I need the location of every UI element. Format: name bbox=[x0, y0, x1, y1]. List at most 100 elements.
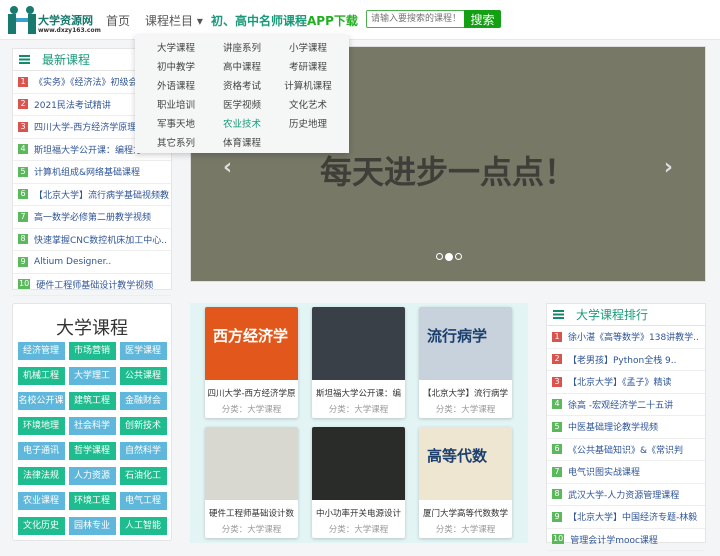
category-tag[interactable]: 法律法规 bbox=[17, 467, 65, 485]
dropdown-item[interactable]: 大学课程 bbox=[143, 39, 209, 58]
list-item[interactable]: 9 Altium Designer.. bbox=[13, 251, 171, 274]
list-item-link[interactable]: 【北京大学】中国经济专题-林毅 bbox=[568, 510, 697, 523]
list-item[interactable]: 1 徐小湛《高等数学》138讲教学.. bbox=[547, 326, 705, 349]
carousel-prev-icon[interactable]: ‹ bbox=[223, 155, 232, 180]
category-tag[interactable]: 环境地理 bbox=[17, 417, 65, 435]
carousel-next-icon[interactable]: › bbox=[664, 155, 673, 180]
list-item-link[interactable]: 徐小湛《高等数学》138讲教学.. bbox=[568, 330, 699, 343]
dropdown-item[interactable]: 高中课程 bbox=[209, 58, 275, 77]
logo-icon[interactable] bbox=[6, 4, 38, 36]
list-item-link[interactable]: 高一数学必修第二册教学视频 bbox=[34, 210, 151, 223]
course-thumbnail[interactable] bbox=[312, 427, 405, 500]
list-item[interactable]: 3 【北京大学】《孟子》精读 bbox=[547, 371, 705, 394]
list-item[interactable]: 4 徐高 -宏观经济学二十五讲 bbox=[547, 394, 705, 416]
category-tag[interactable]: 人工智能 bbox=[119, 517, 167, 535]
dropdown-item[interactable]: 考研课程 bbox=[275, 58, 341, 77]
course-title[interactable]: 厦门大学高等代数数学 bbox=[419, 507, 512, 519]
category-tag[interactable]: 金融财会 bbox=[119, 392, 167, 410]
carousel-dot[interactable] bbox=[455, 253, 462, 260]
course-title[interactable]: 中小功率开关电源设计 bbox=[312, 507, 405, 519]
list-item[interactable]: 8 快速掌握CNC数控机床加工中心.. bbox=[13, 229, 171, 251]
category-tag[interactable]: 文化历史 bbox=[17, 517, 65, 535]
course-thumbnail[interactable]: 流行病学 bbox=[419, 307, 512, 380]
category-tag[interactable]: 市场营销 bbox=[68, 342, 116, 360]
dropdown-item[interactable]: 军事天地 bbox=[143, 115, 209, 134]
dropdown-item[interactable]: 其它系列 bbox=[143, 134, 209, 153]
list-item[interactable]: 8 武汉大学-人力资源管理课程 bbox=[547, 484, 705, 506]
category-tag[interactable]: 园林专业 bbox=[68, 517, 116, 535]
category-tag[interactable]: 社会科学 bbox=[68, 417, 116, 435]
course-title[interactable]: 斯坦福大学公开课：编 bbox=[312, 387, 405, 399]
list-item-link[interactable]: 【北京大学】《孟子》精读 bbox=[568, 375, 672, 388]
list-item-link[interactable]: 徐高 -宏观经济学二十五讲 bbox=[568, 398, 673, 411]
list-item-link[interactable]: 硬件工程师基础设计教学视频 bbox=[36, 278, 153, 291]
category-tag[interactable]: 电气工程 bbox=[119, 492, 167, 510]
course-thumbnail[interactable]: 高等代数 bbox=[419, 427, 512, 500]
category-tag[interactable]: 哲学课程 bbox=[68, 442, 116, 460]
nav-course-menu[interactable]: 课程栏目 ▾ bbox=[145, 12, 203, 29]
course-thumbnail[interactable]: 西方经济学 bbox=[205, 307, 298, 380]
list-item-link[interactable]: 计算机组成&网络基础课程 bbox=[34, 165, 140, 178]
category-tag[interactable]: 医学课程 bbox=[119, 342, 167, 360]
dropdown-item[interactable]: 职业培训 bbox=[143, 96, 209, 115]
dropdown-item[interactable]: 历史地理 bbox=[275, 115, 341, 134]
list-item[interactable]: 7 高一数学必修第二册教学视频 bbox=[13, 206, 171, 229]
course-title[interactable]: 四川大学-西方经济学原 bbox=[205, 387, 298, 399]
category-tag[interactable]: 创新技术 bbox=[119, 417, 167, 435]
course-card[interactable]: 中小功率开关电源设计 分类：大学课程 bbox=[312, 427, 405, 538]
course-card[interactable]: 流行病学 【北京大学】流行病学 分类：大学课程 bbox=[419, 307, 512, 418]
dropdown-item[interactable]: 体育课程 bbox=[209, 134, 275, 153]
list-item-link[interactable]: 四川大学-西方经济学原理教 bbox=[34, 120, 145, 133]
list-item-link[interactable]: 斯坦福大学公开课：编程方 bbox=[34, 143, 142, 156]
nav-middle-high-school[interactable]: 初、高中名师课程 bbox=[211, 12, 307, 29]
list-item[interactable]: 5 计算机组成&网络基础课程 bbox=[13, 161, 171, 184]
category-tag[interactable]: 电子通讯 bbox=[17, 442, 65, 460]
search-input[interactable] bbox=[366, 10, 466, 28]
list-item-link[interactable]: 管理会计学mooc课程 bbox=[570, 533, 658, 546]
list-item[interactable]: 6 《公共基础知识》&《常识判 bbox=[547, 439, 705, 461]
course-card[interactable]: 西方经济学 四川大学-西方经济学原 分类：大学课程 bbox=[205, 307, 298, 418]
list-item[interactable]: 10 硬件工程师基础设计教学视频 bbox=[13, 274, 171, 296]
category-tag[interactable]: 农业课程 bbox=[17, 492, 65, 510]
course-card[interactable]: 斯坦福大学公开课：编 分类：大学课程 bbox=[312, 307, 405, 418]
dropdown-item[interactable]: 农业技术 bbox=[209, 115, 275, 134]
category-tag[interactable]: 人力资源 bbox=[68, 467, 116, 485]
list-item-link[interactable]: 【北京大学】流行病学基础视频教 bbox=[34, 188, 169, 201]
list-item-link[interactable]: 电气识图实战课程 bbox=[568, 465, 640, 478]
category-tag[interactable]: 建筑工程 bbox=[68, 392, 116, 410]
carousel-dot-active[interactable] bbox=[445, 253, 453, 261]
list-item[interactable]: 5 中医基础理论教学视频 bbox=[547, 416, 705, 439]
list-item[interactable]: 9 【北京大学】中国经济专题-林毅 bbox=[547, 506, 705, 529]
list-item-link[interactable]: 《实务》《经济法》初级会计 bbox=[34, 75, 147, 88]
category-tag[interactable]: 自然科学 bbox=[119, 442, 167, 460]
category-tag[interactable]: 公共课程 bbox=[119, 367, 167, 385]
course-card[interactable]: 高等代数 厦门大学高等代数数学 分类：大学课程 bbox=[419, 427, 512, 538]
category-tag[interactable]: 大学理工 bbox=[68, 367, 116, 385]
list-item[interactable]: 10 管理会计学mooc课程 bbox=[547, 529, 705, 551]
category-tag[interactable]: 环境工程 bbox=[68, 492, 116, 510]
list-item[interactable]: 7 电气识图实战课程 bbox=[547, 461, 705, 484]
list-item[interactable]: 6 【北京大学】流行病学基础视频教 bbox=[13, 184, 171, 206]
list-item-link[interactable]: Altium Designer.. bbox=[34, 257, 111, 267]
category-tag[interactable]: 机械工程 bbox=[17, 367, 65, 385]
dropdown-item[interactable]: 文化艺术 bbox=[275, 96, 341, 115]
dropdown-item[interactable]: 讲座系列 bbox=[209, 39, 275, 58]
dropdown-item[interactable]: 初中教学 bbox=[143, 58, 209, 77]
logo-title[interactable]: 大学资源网 bbox=[38, 12, 93, 28]
carousel-dot[interactable] bbox=[436, 253, 443, 260]
list-item-link[interactable]: 武汉大学-人力资源管理课程 bbox=[568, 488, 679, 501]
list-item-link[interactable]: 中医基础理论教学视频 bbox=[568, 420, 658, 433]
course-title[interactable]: 【北京大学】流行病学 bbox=[419, 387, 512, 399]
dropdown-item[interactable]: 计算机课程 bbox=[275, 77, 341, 96]
dropdown-item[interactable]: 外语课程 bbox=[143, 77, 209, 96]
nav-app-download[interactable]: APP下载 bbox=[307, 12, 358, 29]
list-item[interactable]: 2 【老男孩】Python全栈 9.. bbox=[547, 349, 705, 371]
nav-home[interactable]: 首页 bbox=[106, 12, 130, 29]
dropdown-item[interactable]: 医学视频 bbox=[209, 96, 275, 115]
dropdown-item[interactable]: 小学课程 bbox=[275, 39, 341, 58]
list-item-link[interactable]: 2021民法考试精讲 bbox=[34, 98, 111, 111]
list-item-link[interactable]: 《公共基础知识》&《常识判 bbox=[568, 443, 683, 456]
list-item-link[interactable]: 【老男孩】Python全栈 9.. bbox=[568, 353, 677, 366]
category-tag[interactable]: 名校公开课 bbox=[17, 392, 65, 410]
category-tag[interactable]: 石油化工 bbox=[119, 467, 167, 485]
